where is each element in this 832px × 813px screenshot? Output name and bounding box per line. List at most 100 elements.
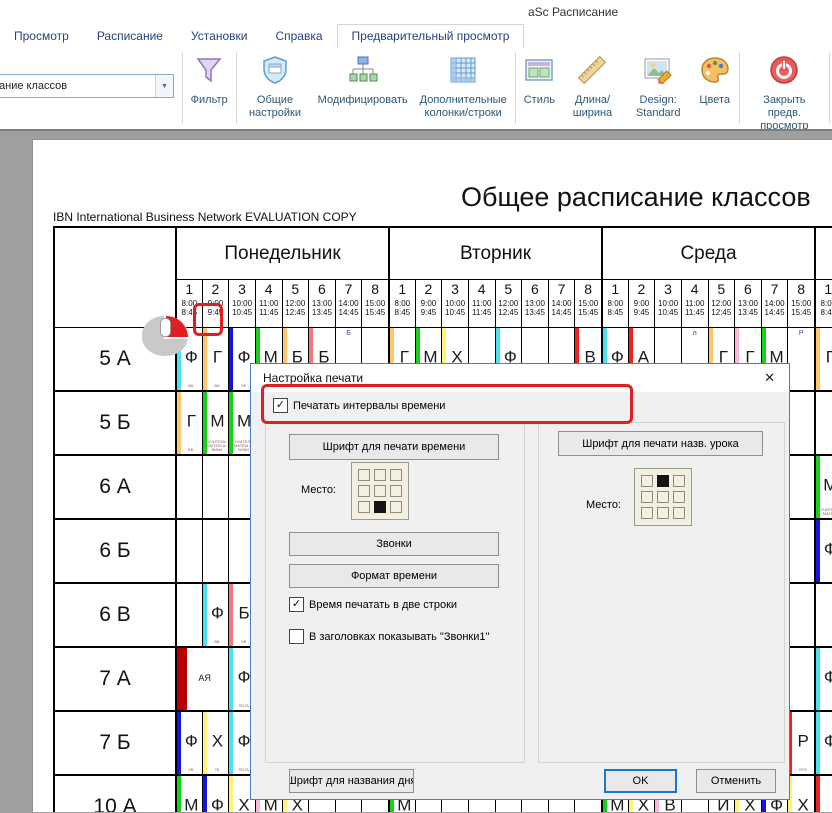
- period-header: 815:0015:45: [787, 280, 814, 328]
- place-grid-cell[interactable]: [390, 501, 402, 513]
- period-number: 6: [522, 280, 548, 299]
- place-grid-cell[interactable]: [358, 501, 370, 513]
- period-time-start: 14:00: [549, 299, 575, 308]
- font-lesson-name-button[interactable]: Шрифт для печати назв. урока: [558, 431, 763, 456]
- page-title: Общее расписание классов: [461, 182, 811, 213]
- ok-button[interactable]: OK: [604, 769, 677, 793]
- period-time-end: 13:45: [309, 308, 335, 317]
- lesson-cell: Ф: [814, 712, 832, 776]
- toolbar-separator: [236, 52, 237, 124]
- lesson-cell: Х7Б: [202, 712, 229, 776]
- period-time-start: 13:00: [522, 299, 548, 308]
- checkbox-box[interactable]: [289, 629, 304, 644]
- time-format-button[interactable]: Формат времени: [289, 564, 499, 588]
- period-time-start: 8:00: [390, 299, 415, 308]
- tab-prosmotr[interactable]: Просмотр: [0, 24, 83, 48]
- place-grid-lesson[interactable]: [634, 468, 692, 526]
- tab-raspisanie[interactable]: Расписание: [83, 24, 177, 48]
- place-grid-cell[interactable]: [374, 469, 386, 481]
- toolbar-button-style[interactable]: Стиль: [517, 48, 561, 128]
- period-time-end: 12:45: [283, 308, 309, 317]
- tab-spravka[interactable]: Справка: [261, 24, 336, 48]
- toolbar-button-power[interactable]: Закрыть предв. просмотр: [741, 48, 827, 128]
- cancel-button[interactable]: Отменить: [696, 769, 776, 793]
- place-grid-cell[interactable]: [641, 507, 653, 519]
- lesson-teacher-text: ВА: [207, 384, 228, 388]
- period-time-end: 15:45: [362, 308, 388, 317]
- place-grid-selected-cell[interactable]: [657, 475, 669, 487]
- period-time-start: 12:00: [283, 299, 309, 308]
- toolbar-button-ruler[interactable]: Длина/ширина: [561, 48, 623, 128]
- class-name-cell: 5 Б: [55, 392, 175, 456]
- close-icon[interactable]: ✕: [764, 370, 775, 386]
- lesson-cell: Х: [787, 776, 814, 812]
- lesson-small-letter: Р: [788, 330, 814, 337]
- place-grid-cell[interactable]: [358, 469, 370, 481]
- toolbar-button-org-chart[interactable]: Модифицировать: [312, 48, 414, 128]
- place-grid-cell[interactable]: [358, 485, 370, 497]
- toolbar-button-label: Закрыть предв. просмотр: [747, 94, 821, 133]
- place-grid-cell[interactable]: [673, 475, 685, 487]
- font-time-button[interactable]: Шрифт для печати времени: [289, 434, 499, 460]
- place-grid-cell[interactable]: [390, 469, 402, 481]
- place-grid-selected-cell[interactable]: [374, 501, 386, 513]
- checkbox-show-bells1[interactable]: В заголовках показывать "Звонки1": [289, 629, 489, 644]
- period-header: 815:0015:45: [361, 280, 388, 328]
- place-grid-cell[interactable]: [657, 507, 669, 519]
- mouse-right-click-icon: [142, 316, 188, 356]
- place-grid-cell[interactable]: [657, 491, 669, 503]
- lesson-small-letter: л: [682, 330, 708, 337]
- place-grid-cell[interactable]: [641, 491, 653, 503]
- checkbox-box[interactable]: ✓: [289, 597, 304, 612]
- period-header: 310:0010:45: [654, 280, 681, 328]
- lesson-cell: [175, 456, 202, 520]
- period-number: 5: [283, 280, 309, 299]
- toolbar-button-shield[interactable]: Общие настройки: [238, 48, 311, 128]
- period-time-start: 13:00: [309, 299, 335, 308]
- place-grid-time[interactable]: [351, 462, 409, 520]
- period-number: 8: [575, 280, 601, 299]
- checkbox-time-two-lines[interactable]: ✓ Время печатать в две строки: [289, 597, 457, 612]
- toolbar-button-grid[interactable]: Дополнительные колонки/строки: [414, 48, 513, 128]
- chevron-down-icon[interactable]: ▼: [155, 75, 173, 97]
- tab-ustanovki[interactable]: Установки: [177, 24, 261, 48]
- period-header: 512:0012:45: [282, 280, 309, 328]
- place-grid-cell[interactable]: [673, 507, 685, 519]
- lesson-cell: [814, 392, 832, 456]
- lesson-subject-letter: Х: [207, 731, 229, 751]
- period-number: 1: [177, 280, 202, 299]
- toolbar-button-label: Дополнительные колонки/строки: [420, 94, 507, 120]
- period-time-start: 11:00: [682, 299, 708, 308]
- lesson-subject-letter: Х: [792, 795, 814, 812]
- toolbar-button-design[interactable]: Design: Standard: [624, 48, 693, 128]
- bells-button[interactable]: Звонки: [289, 532, 499, 556]
- period-time-start: 13:00: [735, 299, 761, 308]
- shield-icon: [259, 54, 291, 91]
- place-grid-cell[interactable]: [390, 485, 402, 497]
- toolbar-button-filter[interactable]: Фильтр: [185, 48, 234, 128]
- window-titlebar: aSc Расписание: [0, 0, 832, 24]
- lesson-subject-letter: Ф: [820, 731, 832, 751]
- place-grid-cell[interactable]: [673, 491, 685, 503]
- toolbar-button-palette[interactable]: Цвета: [693, 48, 737, 128]
- font-day-name-button[interactable]: Шрифт для названия дня: [289, 769, 414, 793]
- view-selector-combobox[interactable]: ание классов ▼: [0, 74, 174, 98]
- place-grid-cell[interactable]: [374, 485, 386, 497]
- period-number: 2: [629, 280, 655, 299]
- tab-preview-active[interactable]: Предварительный просмотр: [337, 24, 525, 49]
- period-number: 7: [762, 280, 788, 299]
- toolbar-separator: [739, 52, 740, 124]
- period-header: 714:0014:45: [335, 280, 362, 328]
- day-header: Вторник: [388, 228, 601, 280]
- period-header: 310:0010:45: [228, 280, 255, 328]
- place-label-right: Место:: [586, 499, 621, 511]
- period-number: 4: [256, 280, 282, 299]
- place-grid-cell[interactable]: [641, 475, 653, 487]
- period-time-start: 15:00: [575, 299, 601, 308]
- ribbon-toolbar: ание классов ▼ ФильтрОбщие настройки Моди…: [0, 48, 832, 130]
- toolbar-button-label: Модифицировать: [318, 94, 408, 107]
- ruler-icon: [576, 54, 608, 91]
- period-header: 411:0011:45: [681, 280, 708, 328]
- lesson-cell: Р: [787, 328, 814, 392]
- period-header: 613:0013:45: [734, 280, 761, 328]
